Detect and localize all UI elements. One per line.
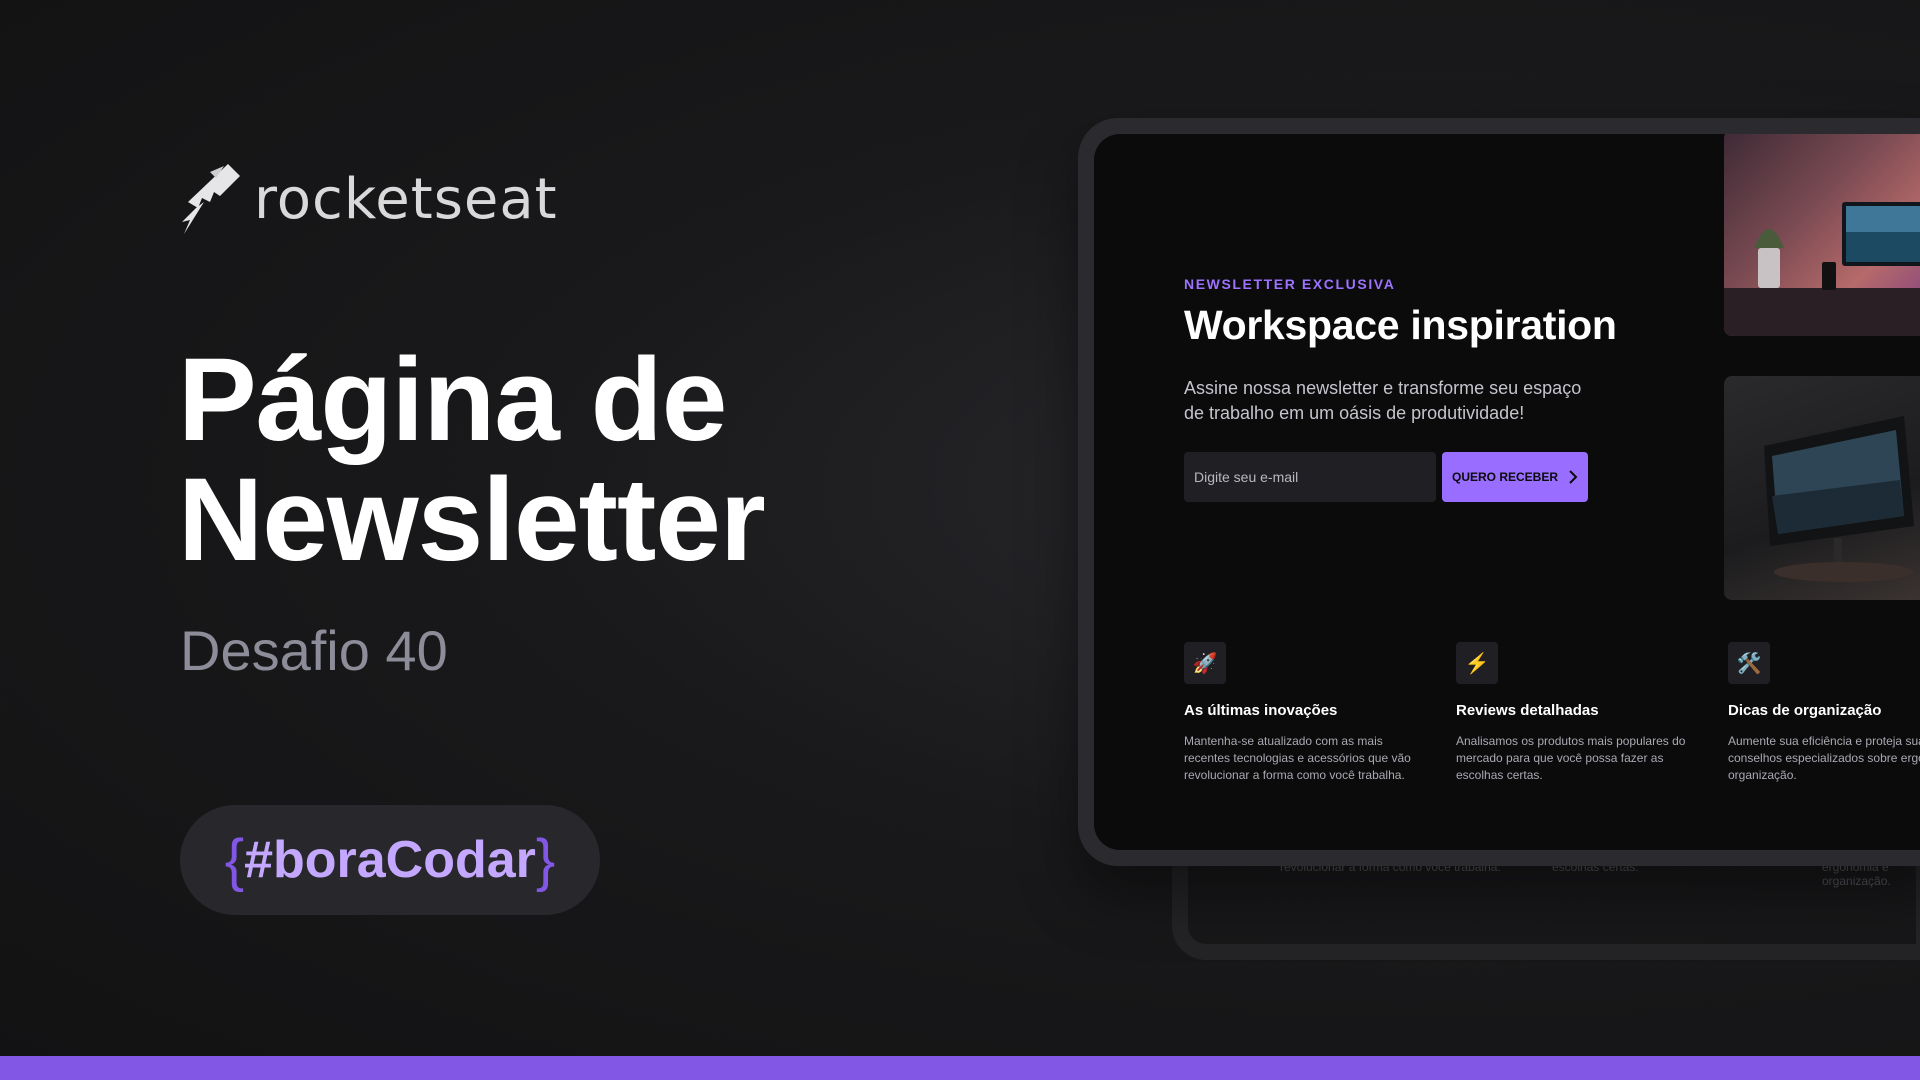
- hero-subtitle: Desafio 40: [180, 619, 448, 682]
- feature-card-reviews: ⚡ Reviews detalhadas Analisamos os produ…: [1456, 642, 1696, 784]
- brand-name: rocketseat: [254, 166, 558, 232]
- feature-title: Dicas de organização: [1728, 702, 1882, 719]
- hero-title-line-2: Newsletter: [178, 454, 766, 586]
- feature-text: Mantenha-se atualizado com as mais recen…: [1184, 734, 1411, 782]
- hero-title-line-1: Página de: [178, 334, 727, 466]
- feature-card-innovations: 🚀 As últimas inovações Mantenha-se atual…: [1184, 642, 1424, 784]
- tag-open-brace: {: [224, 827, 245, 893]
- lightning-icon: ⚡: [1456, 642, 1498, 684]
- rocket-icon: 🚀: [1184, 642, 1226, 684]
- newsletter-screen: NEWSLETTER EXCLUSIVA Workspace inspirati…: [1094, 134, 1920, 850]
- rocket-icon: [182, 164, 240, 234]
- chevron-right-icon: [1569, 470, 1578, 484]
- email-input[interactable]: [1184, 452, 1436, 502]
- workspace-photo-1: [1724, 134, 1920, 336]
- newsletter-title: Workspace inspiration: [1184, 302, 1617, 348]
- brand-logo: rocketseat: [180, 162, 558, 236]
- newsletter-description: Assine nossa newsletter e transforme seu…: [1184, 378, 1582, 423]
- bottom-accent-bar: [0, 1056, 1920, 1080]
- feature-title: As últimas inovações: [1184, 702, 1338, 719]
- workspace-photo-2-art: [1764, 416, 1914, 582]
- feature-title: Reviews detalhadas: [1456, 702, 1599, 719]
- feature-text: Analisamos os produtos mais populares do…: [1456, 734, 1686, 782]
- subscribe-button-label: QUERO RECEBER: [1451, 470, 1558, 484]
- tools-icon: 🛠️: [1728, 642, 1770, 684]
- tag-close-brace: }: [535, 827, 556, 893]
- newsletter-eyebrow: NEWSLETTER EXCLUSIVA: [1184, 276, 1396, 292]
- hero-title: Página de Newsletter: [178, 340, 818, 580]
- feature-text: Aumente sua eficiência e proteja sua com…: [1728, 734, 1920, 782]
- hashtag-badge: { #boraCodar }: [180, 805, 600, 915]
- workspace-photo-2: [1724, 376, 1920, 600]
- feature-card-organization: 🛠️ Dicas de organização Aumente sua efic…: [1728, 642, 1920, 784]
- hashtag-text: #boraCodar: [244, 831, 536, 889]
- workspace-photo-1-art: [1724, 202, 1920, 336]
- subscribe-button[interactable]: QUERO RECEBER: [1442, 452, 1588, 502]
